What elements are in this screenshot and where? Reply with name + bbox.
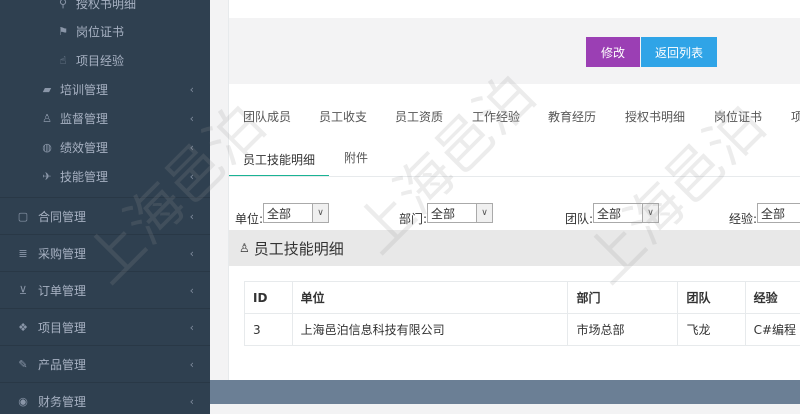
table-header-row: ID 单位 部门 团队 经验	[244, 281, 800, 314]
tab-attachments[interactable]: 附件	[344, 143, 368, 171]
team-select[interactable]: 全部 ∨	[593, 203, 659, 223]
skills-table: ID 单位 部门 团队 经验 3 上海邑泊信息科技有限公司 市场总部 飞龙 C#…	[244, 281, 800, 346]
key-icon: ⚲	[58, 0, 68, 10]
sidebar-item-certificate[interactable]: ⚑ 岗位证书	[0, 16, 210, 46]
detail-panel: 修改 返回列表 团队成员 员工收支 员工资质 工作经验 教育经历 授权书明细 岗…	[228, 0, 800, 404]
unit-select[interactable]: 全部 ∨	[263, 203, 329, 223]
sidebar-item-supervision[interactable]: ♙ 监督管理 ‹	[0, 103, 210, 133]
sidebar: ⚲ 授权书明细 ⚑ 岗位证书 ☝ 项目经验 ▰ 培训管理 ‹ ♙ 监督管理 ‹ …	[0, 0, 210, 414]
main-content: 修改 返回列表 团队成员 员工收支 员工资质 工作经验 教育经历 授权书明细 岗…	[210, 0, 800, 414]
footer-bar	[210, 380, 800, 404]
tab-work-experience[interactable]: 工作经验	[472, 102, 520, 130]
chevron-down-icon: ∨	[642, 204, 658, 222]
chevron-left-icon: ‹	[189, 394, 194, 408]
col-department[interactable]: 部门	[567, 281, 678, 314]
tab-team-members[interactable]: 团队成员	[243, 102, 291, 130]
sidebar-item-project-experience[interactable]: ☝ 项目经验	[0, 45, 210, 75]
cell-team: 飞龙	[677, 313, 746, 346]
chevron-left-icon: ‹	[189, 283, 194, 297]
sidebar-item-performance[interactable]: ◍ 绩效管理 ‹	[0, 132, 210, 162]
hand-icon: ☝	[59, 53, 67, 67]
user-tie-icon: ♙	[42, 111, 52, 125]
section-header: ♙ 员工技能明细	[229, 230, 800, 266]
cart-icon: ⊻	[18, 283, 28, 297]
plane-icon: ✈	[42, 169, 52, 183]
filter-label-team: 团队:	[565, 212, 594, 226]
sidebar-item-orders[interactable]: ⊻ 订单管理 ‹	[0, 271, 210, 308]
chevron-left-icon: ‹	[189, 209, 194, 223]
chevron-left-icon: ‹	[189, 111, 194, 125]
sidebar-item-products[interactable]: ✎ 产品管理 ‹	[0, 345, 210, 382]
sidebar-item-purchasing[interactable]: ≣ 采购管理 ‹	[0, 234, 210, 271]
col-unit[interactable]: 单位	[291, 281, 568, 314]
money-icon: ◉	[18, 394, 28, 408]
sidebar-item-contracts[interactable]: ▢ 合同管理 ‹	[0, 197, 210, 234]
chevron-left-icon: ‹	[189, 169, 194, 183]
list-icon: ≣	[18, 246, 28, 260]
department-select[interactable]: 全部 ∨	[427, 203, 493, 223]
sidebar-item-skills[interactable]: ✈ 技能管理 ‹	[0, 161, 210, 191]
user-icon: ♙	[239, 241, 250, 255]
globe-icon: ◍	[42, 140, 52, 154]
sidebar-item-training[interactable]: ▰ 培训管理 ‹	[0, 74, 210, 104]
cell-department: 市场总部	[567, 313, 678, 346]
cubes-icon: ❖	[18, 320, 28, 334]
col-team[interactable]: 团队	[677, 281, 746, 314]
filter-label-unit: 单位:	[235, 212, 264, 226]
tab-employee-qualification[interactable]: 员工资质	[395, 102, 443, 130]
section-title: 员工技能明细	[253, 239, 344, 258]
col-id[interactable]: ID	[244, 281, 293, 314]
cell-unit: 上海邑泊信息科技有限公司	[291, 313, 568, 346]
experience-select[interactable]: 全部	[757, 203, 800, 223]
chevron-down-icon: ∨	[476, 204, 492, 222]
sidebar-item-projects[interactable]: ❖ 项目管理 ‹	[0, 308, 210, 345]
table-row[interactable]: 3 上海邑泊信息科技有限公司 市场总部 飞龙 C#编程	[244, 313, 800, 346]
tab-project-truncated[interactable]: 项	[791, 102, 800, 130]
toolbar: 修改 返回列表	[229, 18, 800, 84]
filter-label-experience: 经验:	[729, 212, 758, 226]
sidebar-item-finance[interactable]: ◉ 财务管理 ‹	[0, 382, 210, 414]
cell-id: 3	[244, 313, 293, 346]
chevron-left-icon: ‹	[189, 357, 194, 371]
col-experience[interactable]: 经验	[744, 281, 800, 314]
tab-employee-skills[interactable]: 员工技能明细	[229, 143, 329, 177]
tab-education[interactable]: 教育经历	[548, 102, 596, 130]
chevron-left-icon: ‹	[189, 246, 194, 260]
edit-icon: ✎	[18, 357, 28, 371]
tab-authorization[interactable]: 授权书明细	[625, 102, 685, 130]
chevron-down-icon: ∨	[312, 204, 328, 222]
cell-experience: C#编程	[744, 313, 800, 346]
chevron-left-icon: ‹	[189, 82, 194, 96]
tab-employee-income[interactable]: 员工收支	[319, 102, 367, 130]
briefcase-icon: ▰	[42, 82, 52, 96]
tab-certificate[interactable]: 岗位证书	[714, 102, 762, 130]
back-to-list-button[interactable]: 返回列表	[641, 37, 717, 67]
edit-button[interactable]: 修改	[586, 37, 640, 67]
document-icon: ▢	[17, 209, 29, 223]
tab-divider	[229, 176, 800, 177]
filter-label-department: 部门:	[399, 212, 428, 226]
flag-icon: ⚑	[58, 24, 68, 38]
chevron-left-icon: ‹	[189, 320, 194, 334]
chevron-left-icon: ‹	[189, 140, 194, 154]
